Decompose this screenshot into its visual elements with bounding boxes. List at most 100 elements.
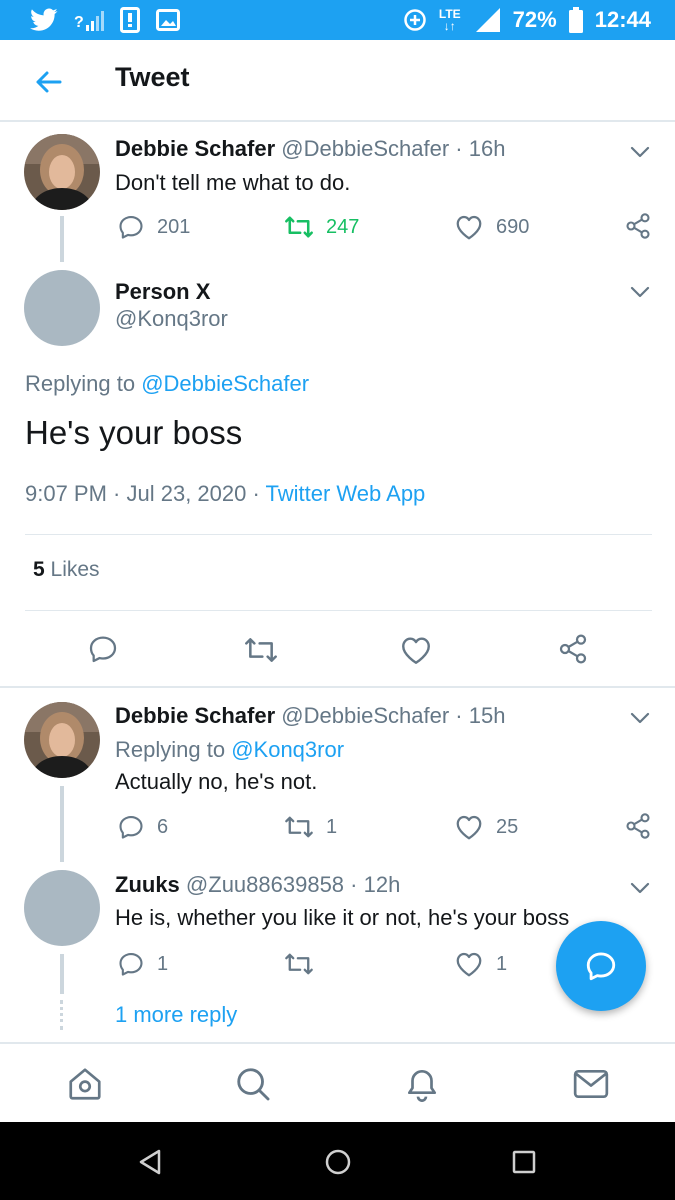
profile-photo-icon bbox=[24, 702, 100, 778]
author-name[interactable]: Debbie Schafer bbox=[115, 136, 275, 161]
avatar-debbie-schafer[interactable] bbox=[24, 134, 100, 210]
author-handle[interactable]: @DebbieSchafer bbox=[281, 136, 449, 161]
tweet-text: He is, whether you like it or not, he's … bbox=[115, 905, 570, 930]
author-name[interactable]: Person X bbox=[115, 279, 210, 304]
like-button[interactable]: 25 bbox=[454, 812, 518, 842]
reply-button[interactable]: 6 bbox=[117, 812, 168, 842]
divider bbox=[25, 610, 652, 611]
likes-count: 5 bbox=[33, 558, 45, 581]
retweet-count: 247 bbox=[326, 215, 360, 238]
retweet-icon bbox=[285, 216, 313, 238]
signal-label: ? bbox=[74, 14, 84, 31]
replying-to: Replying to @Konq3ror bbox=[115, 737, 344, 763]
compose-reply-icon bbox=[586, 952, 616, 981]
avatar-person-x[interactable] bbox=[24, 270, 100, 346]
tweet-text: Actually no, he's not. bbox=[115, 769, 318, 794]
retweet-button[interactable] bbox=[284, 949, 314, 979]
retweet-button[interactable]: 247 bbox=[284, 212, 359, 242]
reply-count: 6 bbox=[157, 815, 169, 838]
likes-label: Likes bbox=[50, 558, 100, 581]
tab-notifications[interactable] bbox=[400, 1062, 444, 1106]
chevron-down-icon[interactable] bbox=[628, 876, 652, 900]
thread-line bbox=[60, 786, 64, 862]
author-handle[interactable]: @Konq3ror bbox=[115, 306, 228, 332]
tab-messages[interactable] bbox=[569, 1062, 613, 1106]
likes-summary[interactable]: 5 Likes bbox=[33, 558, 100, 582]
back-button[interactable] bbox=[28, 62, 68, 102]
reply-icon bbox=[119, 216, 143, 239]
lte-icon: LTE ↓↑ bbox=[438, 7, 461, 33]
reply-icon bbox=[119, 953, 143, 976]
replying-to-link[interactable]: @DebbieSchafer bbox=[141, 371, 309, 396]
back-arrow-icon bbox=[36, 71, 62, 93]
nav-home-button[interactable] bbox=[320, 1144, 356, 1180]
retweet-icon[interactable] bbox=[243, 634, 279, 666]
data-saver-icon bbox=[404, 9, 426, 31]
recents-nav-icon bbox=[512, 1150, 536, 1174]
compose-reply-button[interactable] bbox=[556, 921, 646, 1011]
tab-home[interactable] bbox=[63, 1062, 107, 1106]
like-button[interactable]: 690 bbox=[454, 212, 529, 242]
sim-icon bbox=[119, 7, 140, 33]
reply-button[interactable]: 201 bbox=[117, 212, 190, 242]
share-icon[interactable] bbox=[624, 812, 652, 840]
bottom-tab-bar bbox=[0, 1042, 675, 1122]
chevron-down-icon[interactable] bbox=[628, 140, 652, 164]
author-handle[interactable]: @Zuu88639858 bbox=[186, 872, 344, 897]
heart-icon bbox=[456, 952, 482, 977]
tweet-time: 16h bbox=[468, 136, 506, 161]
avatar-zuuks[interactable] bbox=[24, 870, 100, 946]
cell-signal-icon bbox=[475, 8, 500, 32]
like-count: 25 bbox=[496, 815, 519, 838]
nav-recents-button[interactable] bbox=[506, 1144, 542, 1180]
replying-prefix: Replying to bbox=[115, 737, 226, 762]
battery-icon bbox=[568, 7, 583, 33]
home-nav-icon bbox=[325, 1149, 351, 1175]
tweet-time: 12h bbox=[363, 872, 401, 897]
clock: 12:44 bbox=[594, 7, 651, 32]
replying-prefix: Replying to bbox=[25, 371, 136, 396]
chevron-down-icon[interactable] bbox=[628, 280, 652, 304]
main-tweet-text: He's your boss bbox=[25, 414, 243, 451]
retweet-icon bbox=[285, 816, 313, 838]
nav-back-button[interactable] bbox=[132, 1144, 168, 1180]
heart-icon bbox=[456, 215, 482, 240]
reply-count: 201 bbox=[157, 215, 191, 238]
tweet-time: 15h bbox=[468, 703, 506, 728]
app-header: Tweet bbox=[0, 40, 675, 122]
retweet-button[interactable]: 1 bbox=[284, 812, 337, 842]
reply-count: 1 bbox=[157, 952, 169, 975]
tab-search[interactable] bbox=[231, 1062, 275, 1106]
like-button[interactable]: 1 bbox=[454, 949, 507, 979]
signal-icon: ? bbox=[74, 9, 104, 31]
main-tweet-author: Person X bbox=[115, 279, 210, 305]
like-count: 1 bbox=[496, 952, 508, 975]
retweet-icon bbox=[285, 953, 313, 975]
author-handle[interactable]: @DebbieSchafer bbox=[281, 703, 449, 728]
divider bbox=[25, 534, 652, 535]
divider bbox=[0, 686, 675, 688]
notifications-icon bbox=[407, 1069, 437, 1102]
thread-dots bbox=[60, 1000, 64, 1030]
replying-to-link[interactable]: @Konq3ror bbox=[231, 737, 344, 762]
like-count: 690 bbox=[496, 215, 530, 238]
reply-button[interactable]: 1 bbox=[117, 949, 168, 979]
separator: · bbox=[350, 872, 364, 897]
reply-icon bbox=[119, 816, 143, 839]
search-icon bbox=[237, 1068, 270, 1101]
share-icon[interactable] bbox=[624, 212, 652, 240]
reply-icon[interactable] bbox=[86, 633, 120, 665]
source-link[interactable]: Twitter Web App bbox=[266, 481, 426, 506]
author-name[interactable]: Zuuks bbox=[115, 872, 180, 897]
share-icon[interactable] bbox=[557, 633, 589, 665]
status-bar: ? LTE ↓↑ 72% 12:44 bbox=[0, 0, 675, 40]
separator: · bbox=[455, 703, 469, 728]
author-name[interactable]: Debbie Schafer bbox=[115, 703, 275, 728]
heart-icon[interactable] bbox=[399, 634, 433, 666]
tweet-header: Debbie Schafer @DebbieSchafer · 15h bbox=[115, 703, 505, 729]
thread-line bbox=[60, 216, 64, 262]
tweet-header: Debbie Schafer @DebbieSchafer · 16h bbox=[115, 136, 505, 162]
chevron-down-icon[interactable] bbox=[628, 706, 652, 730]
avatar-debbie-schafer[interactable] bbox=[24, 702, 100, 778]
more-replies-link[interactable]: 1 more reply bbox=[115, 1002, 237, 1028]
